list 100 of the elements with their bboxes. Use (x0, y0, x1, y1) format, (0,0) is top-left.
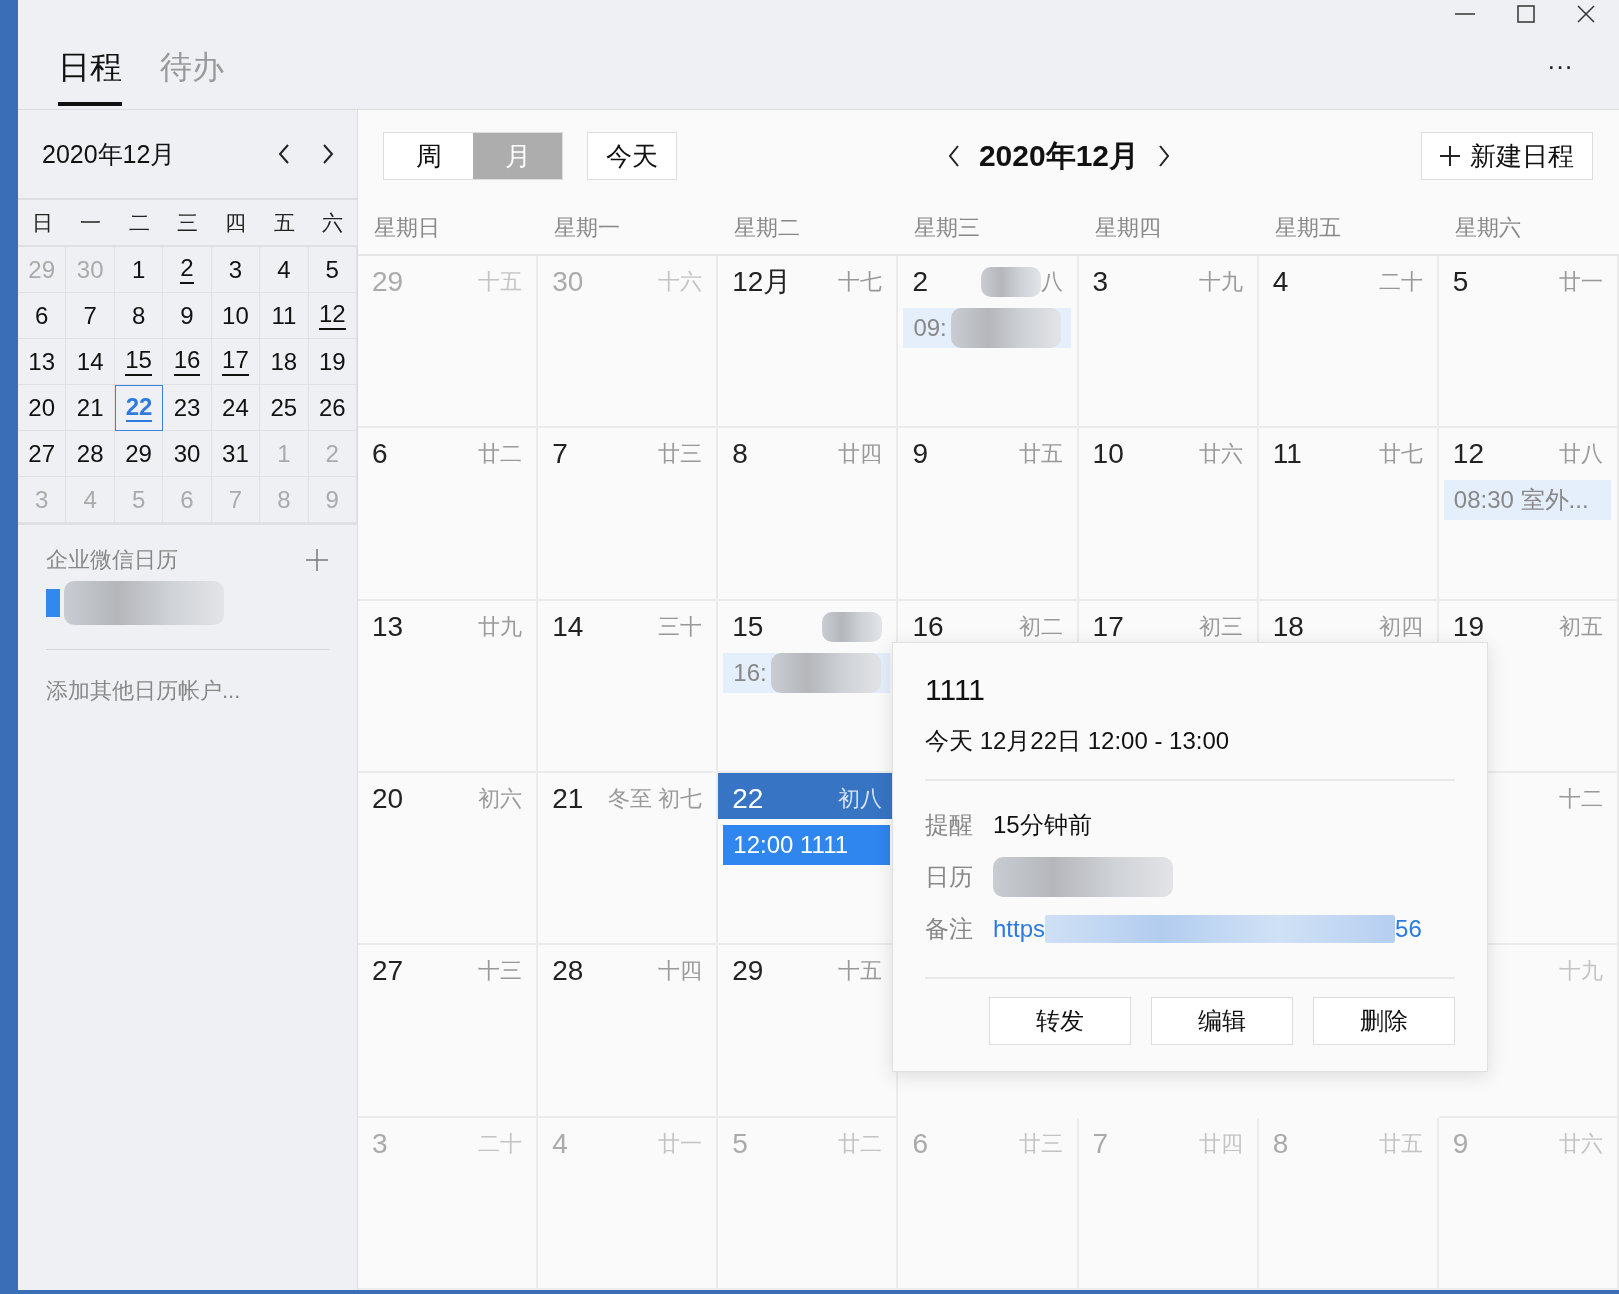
day-number: 22 (732, 783, 764, 815)
day-number: 7 (1092, 1127, 1109, 1160)
day-cell[interactable]: 10 廿六 (1078, 428, 1259, 601)
day-number: 9 (1452, 1127, 1469, 1160)
month-title: 2020年12月 (42, 138, 177, 170)
day-cell[interactable]: 31 (211, 431, 261, 477)
day-cell[interactable]: 9 (163, 293, 212, 339)
day-cell[interactable]: 27 (18, 431, 67, 477)
day-cell[interactable]: 22 (114, 385, 164, 431)
day-cell[interactable]: 28 十四 (538, 945, 719, 1118)
day-cell[interactable]: 21 (66, 385, 115, 431)
day-cell[interactable]: 28 (66, 431, 115, 477)
day-number: 5 (732, 1127, 748, 1160)
day-number: 14 (552, 610, 584, 643)
day-cell[interactable]: 16 (163, 339, 212, 385)
day-cell[interactable]: 30 (163, 431, 212, 477)
day-cell[interactable]: 6 廿二 (358, 428, 539, 601)
weekday-label: 五 (272, 209, 296, 236)
close-icon[interactable] (1577, 5, 1595, 23)
day-cell[interactable]: 3 (211, 247, 261, 293)
lunar-date: 初四 (1378, 612, 1423, 641)
day-cell[interactable]: 10 (211, 293, 261, 339)
day-cell[interactable]: 14 (66, 339, 115, 385)
previous-icon[interactable] (946, 144, 961, 168)
lunar-date: 初八 (838, 785, 883, 813)
action-button[interactable]: 转发 (989, 997, 1131, 1045)
day-cell[interactable]: 8 (114, 293, 164, 339)
month-title: 2020年12月 (978, 137, 1140, 174)
day-number: 12月 (732, 265, 792, 299)
note-link[interactable]: https (993, 915, 1046, 943)
day-number: 30 (552, 266, 584, 298)
day-cell[interactable]: 27 十三 (358, 945, 539, 1118)
day-number: 16 (912, 610, 944, 643)
next-icon[interactable] (321, 143, 335, 165)
day-cell[interactable]: 8 廿四 (718, 428, 899, 601)
day-cell[interactable]: 13 廿九 (358, 600, 539, 773)
day-cell[interactable]: 2 八 09: (898, 256, 1079, 429)
more-button[interactable]: ··· (1541, 50, 1579, 83)
day-number: 8 (732, 438, 748, 471)
day-cell[interactable]: 13 (18, 339, 67, 385)
day-cell[interactable]: 20 (18, 385, 67, 431)
day-cell[interactable]: 29 (114, 431, 164, 477)
maximize-icon[interactable] (1517, 5, 1535, 23)
day-cell[interactable]: 24 (211, 385, 261, 431)
add-icon[interactable] (305, 548, 329, 572)
action-button[interactable]: 删除 (1313, 997, 1455, 1045)
lunar-date: 廿六 (1198, 440, 1243, 469)
today-button[interactable]: 今天 (587, 132, 677, 180)
day-cell[interactable]: 23 (163, 385, 212, 431)
day-cell[interactable]: 12 廿八 08:30 室外... (1438, 428, 1619, 601)
day-number: 21 (552, 783, 584, 815)
day-cell[interactable]: 3 十九 (1078, 256, 1259, 429)
event-chip[interactable]: 12:00 1111 (723, 825, 891, 865)
calendar-group-heading: 企业微信日历 (46, 546, 178, 574)
day-cell[interactable]: 25 (260, 385, 309, 431)
day-number: 13 (372, 610, 404, 643)
event-time: 今天 12月22日 12:00 - 13:00 (925, 726, 1231, 756)
day-cell[interactable]: 18 (260, 339, 309, 385)
lunar-date: 十三 (478, 957, 523, 986)
lunar-date: 初五 (1559, 612, 1603, 641)
weekday-label: 星期四 (1094, 215, 1161, 240)
weekday-label: 六 (321, 209, 345, 236)
plus-icon (1440, 146, 1460, 166)
lunar-date: 冬至 初七 (608, 785, 703, 813)
tab[interactable]: 日程 (58, 44, 122, 106)
lunar-date: 三十 (658, 612, 703, 641)
lunar-date: 八 (1040, 268, 1063, 296)
day-cell[interactable]: 12月 十七 (718, 256, 899, 429)
day-cell[interactable]: 7 廿三 (538, 428, 719, 601)
lunar-date: 廿二 (478, 440, 523, 469)
day-cell[interactable]: 6 (18, 293, 67, 339)
next-icon[interactable] (1157, 144, 1172, 168)
note-link[interactable]: 56 (1395, 915, 1422, 943)
day-cell[interactable]: 17 (211, 339, 261, 385)
new-event-button[interactable]: 新建日程 (1421, 132, 1593, 180)
day-cell[interactable]: 1 (114, 247, 164, 293)
day-cell[interactable]: 5 (308, 247, 357, 293)
calendar-checkbox[interactable] (46, 589, 60, 617)
day-cell[interactable]: 7 (66, 293, 115, 339)
day-cell[interactable]: 5 廿一 (1438, 256, 1619, 429)
day-cell[interactable]: 11 (260, 293, 309, 339)
day-cell[interactable]: 11 廿七 (1258, 428, 1439, 601)
day-cell[interactable]: 15 (114, 339, 164, 385)
day-cell[interactable]: 14 三十 (538, 600, 719, 773)
previous-icon[interactable] (277, 143, 291, 165)
day-number: 20 (372, 783, 404, 815)
day-cell[interactable]: 9 廿五 (898, 428, 1079, 601)
day-cell[interactable]: 26 (308, 385, 357, 431)
day-cell[interactable]: 4 (260, 247, 309, 293)
day-cell[interactable]: 20 初六 (358, 773, 539, 946)
view-toggle[interactable]: 周 (384, 133, 473, 179)
day-cell[interactable]: 2 (163, 247, 212, 293)
day-cell[interactable]: 12 (308, 293, 357, 339)
day-cell[interactable]: 19 (308, 339, 357, 385)
day-cell[interactable]: 22 初八 12:00 1111 (718, 773, 899, 946)
action-button[interactable]: 编辑 (1151, 997, 1293, 1045)
day-number: 29 (372, 266, 404, 298)
day-cell[interactable]: 4 二十 (1258, 256, 1439, 429)
lunar-date: 二十 (1378, 268, 1423, 296)
day-number: 19 (1452, 610, 1484, 643)
